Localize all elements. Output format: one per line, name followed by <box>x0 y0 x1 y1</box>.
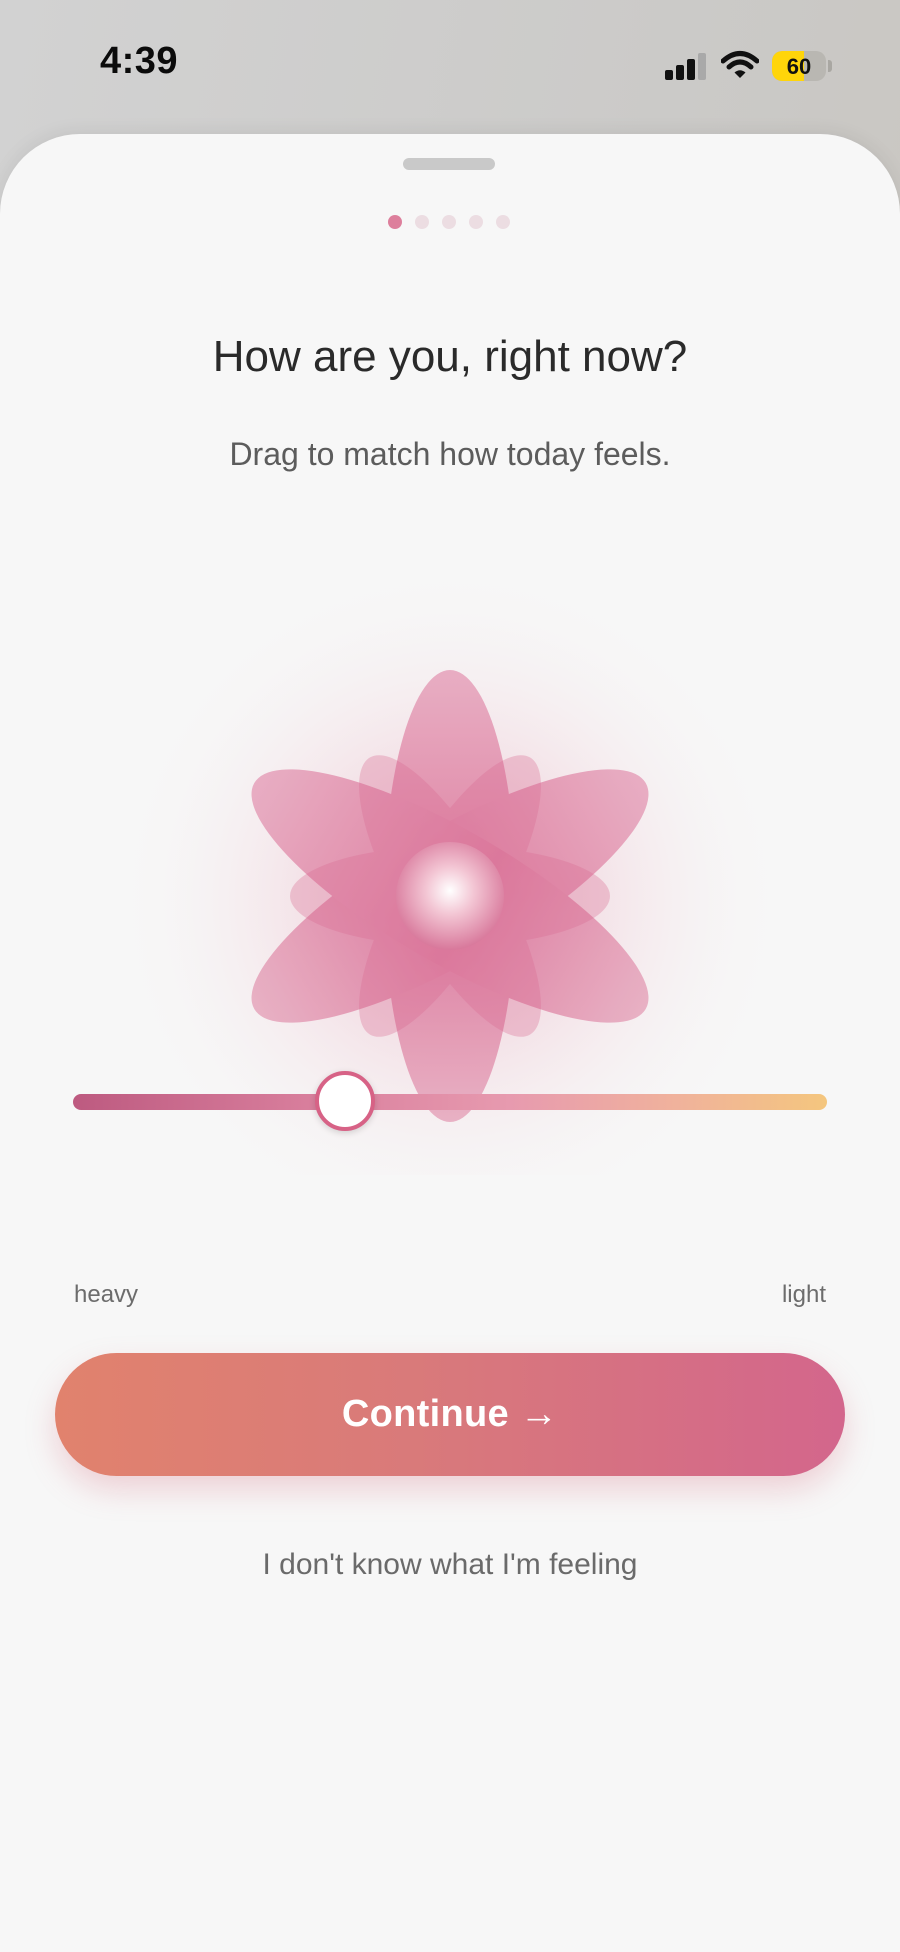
mood-slider-thumb[interactable] <box>315 1071 376 1131</box>
mood-slider[interactable] <box>73 1062 827 1142</box>
flower-core <box>396 842 504 950</box>
page-dot <box>496 215 510 229</box>
cellular-signal-icon <box>665 53 706 80</box>
page-indicator <box>388 215 510 229</box>
page-dot <box>388 215 402 229</box>
page-dot <box>442 215 456 229</box>
skip-feeling-link[interactable]: I don't know what I'm feeling <box>0 1548 900 1582</box>
status-time: 4:39 <box>100 40 179 82</box>
continue-button-label: Continue → <box>341 1393 559 1435</box>
wifi-icon <box>721 51 759 78</box>
page-dot <box>415 215 429 229</box>
slider-max-label: light <box>781 1281 826 1308</box>
battery-cap <box>828 60 832 72</box>
mood-slider-track[interactable] <box>73 1094 827 1110</box>
question-subtitle: Drag to match how today feels. <box>229 436 671 472</box>
battery-icon: 60 <box>772 51 826 81</box>
continue-button[interactable]: Continue → <box>55 1353 845 1476</box>
slider-min-label: heavy <box>74 1281 139 1308</box>
question-title: How are you, right now? <box>212 332 688 381</box>
page-dot <box>469 215 483 229</box>
status-bar: 4:39 60 <box>0 0 900 130</box>
battery-level: 60 <box>786 54 812 79</box>
sheet-grabber[interactable] <box>403 158 495 170</box>
